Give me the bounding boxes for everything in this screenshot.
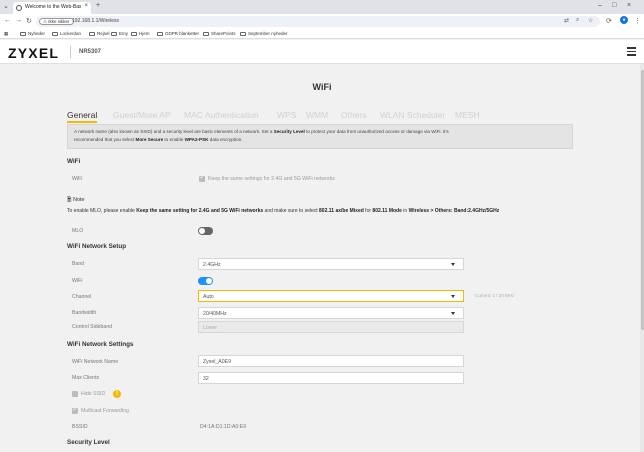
mlo-label: MLO [72, 228, 84, 234]
band-label: Band [72, 261, 85, 267]
tab-wmm[interactable]: WMM [306, 110, 328, 120]
network-setup-title: WiFi Network Setup [67, 243, 127, 250]
model-name: NR5307 [79, 49, 102, 55]
zoom-icon[interactable]: ⌕ [576, 17, 579, 24]
hide-ssid-label: Hide SSID [81, 391, 106, 397]
bookmark-item[interactable]: Hjem [131, 31, 150, 36]
info-box: A network name (also known as SSID) and … [67, 124, 573, 149]
info-line-1: A network name (also known as SSID) and … [74, 129, 449, 134]
multicast-forwarding-checkbox[interactable] [72, 406, 78, 414]
folder-icon [131, 31, 137, 36]
network-name-label: WiFi Network Name [72, 359, 119, 365]
info-warning-icon[interactable]: ! [113, 390, 121, 398]
url-text[interactable]: 192.168.1.1/Wireless [72, 18, 119, 24]
folder-icon [203, 31, 209, 36]
close-icon[interactable]: × [84, 3, 88, 9]
browser-tab[interactable]: Welcome to the Web-Based C × [13, 2, 91, 14]
tab-wlan-scheduler[interactable]: WLAN Scheduler [380, 110, 445, 120]
note-text: To enable MLO, please enable Keep the sa… [67, 208, 500, 214]
forward-icon[interactable]: → [15, 17, 22, 24]
security-level-title: Security Level [67, 439, 110, 446]
bandwidth-select[interactable]: 20/40MHz [198, 307, 464, 319]
control-sideband-select: Lower [198, 321, 464, 333]
control-sideband-label: Control Sideband [72, 324, 113, 330]
wifi-label: WiFi [72, 176, 83, 182]
caret-down-icon [451, 263, 455, 266]
keep-same-settings-label: Keep the same settings for 2.4G and 5G W… [208, 176, 335, 182]
maximize-icon[interactable]: □ [612, 2, 616, 9]
globe-icon [16, 5, 22, 11]
bookmark-item[interactable]: September nyheder [240, 31, 288, 36]
bookmark-item[interactable]: Rejsel [89, 31, 110, 36]
bssid-value: D4:1A:D1:1D:A0:E9 [200, 424, 247, 430]
scrollbar-thumb[interactable] [640, 70, 644, 330]
not-secure-badge[interactable]: ⚠ Ikke sikker [39, 18, 74, 25]
header-divider [70, 46, 71, 58]
apps-icon[interactable]: ▦ [4, 31, 8, 37]
max-clients-input[interactable]: 32 [198, 372, 464, 384]
browser-tabbar: ⌄ Welcome to the Web-Based C × + – □ × [0, 0, 644, 14]
folder-icon [111, 31, 117, 36]
tab-title: Welcome to the Web-Based C [25, 4, 81, 10]
hamburger-menu-icon[interactable] [627, 47, 636, 56]
more-vert-icon[interactable]: ⋮ [634, 17, 641, 25]
tab-others[interactable]: Others [341, 110, 367, 120]
tab-mesh[interactable]: MESH [455, 110, 480, 120]
bssid-label: BSSID [72, 424, 88, 430]
caret-down-icon [451, 295, 455, 298]
mlo-toggle[interactable] [198, 227, 213, 235]
bookmark-item[interactable]: Emy [111, 31, 128, 36]
tab-mac-authentication[interactable]: MAC Authentication [184, 110, 259, 120]
channel-select[interactable]: Auto [198, 290, 464, 302]
wifi-toggle[interactable] [198, 277, 213, 285]
network-name-input[interactable]: Zyxel_A0E9 [198, 355, 464, 367]
brand-logo: ZYXEL [8, 45, 60, 61]
address-bar[interactable]: ⚠ Ikke sikker 192.168.1.1/Wireless ⇄ ⌕ ☆ [36, 16, 600, 27]
note-icon: 🗎 [67, 197, 72, 203]
folder-icon [240, 31, 246, 36]
window-close-icon[interactable]: × [627, 2, 631, 9]
folder-icon [20, 31, 26, 36]
hide-ssid-checkbox[interactable] [72, 391, 78, 397]
note-header: 🗎 Note [67, 197, 85, 203]
multicast-forwarding-label: Multicast Forwarding [81, 408, 129, 414]
tab-general[interactable]: General [67, 110, 98, 123]
folder-icon [52, 31, 58, 36]
page-scrollbar[interactable] [640, 64, 644, 452]
bookmark-item[interactable]: GDPR blanketter [157, 31, 199, 36]
profile-avatar[interactable]: ● [620, 16, 628, 24]
translate-icon[interactable]: ⇄ [564, 17, 569, 24]
bookmarks-bar: ▦ Nyheder Lockerdan Rejsel Emy Hjem GDPR… [0, 29, 644, 39]
page-title: WiFi [312, 82, 332, 92]
setup-wifi-label: WiFi [72, 278, 83, 284]
bookmark-item[interactable]: Lockerdan [52, 31, 81, 36]
reload-icon[interactable]: ↻ [26, 17, 32, 25]
tab-list-icon[interactable]: ⌄ [3, 2, 9, 10]
extensions-icon[interactable]: ⟳ [606, 17, 612, 25]
folder-icon [89, 31, 95, 36]
band-select[interactable]: 2.4GHz [198, 258, 464, 270]
toolbar: ← → ↻ ⚠ Ikke sikker 192.168.1.1/Wireless… [0, 14, 644, 29]
network-settings-title: WiFi Network Settings [67, 341, 134, 348]
minimize-icon[interactable]: – [598, 2, 602, 9]
info-line-2: recommended that you select More Secure … [74, 137, 243, 142]
app-header: ZYXEL NR5307 [0, 40, 644, 64]
bookmark-item[interactable]: SharePoints [203, 31, 236, 36]
tab-guest-more-ap[interactable]: Guest/More AP [113, 110, 171, 120]
tab-wps[interactable]: WPS [277, 110, 296, 120]
channel-current-hint: Current: 1 / 20 MHz [475, 293, 515, 298]
channel-label: Channel [72, 294, 92, 300]
back-icon[interactable]: ← [4, 17, 11, 24]
wifi-section-title: WiFi [67, 158, 81, 165]
bookmark-item[interactable]: Nyheder [20, 31, 45, 36]
max-clients-label: Max Clients [72, 375, 100, 381]
keep-same-settings-checkbox[interactable] [199, 174, 205, 182]
folder-icon [157, 31, 163, 36]
bandwidth-label: Bandwidth [72, 310, 97, 316]
new-tab-button[interactable]: + [96, 2, 100, 9]
star-icon[interactable]: ☆ [588, 17, 593, 24]
caret-down-icon [451, 312, 455, 315]
